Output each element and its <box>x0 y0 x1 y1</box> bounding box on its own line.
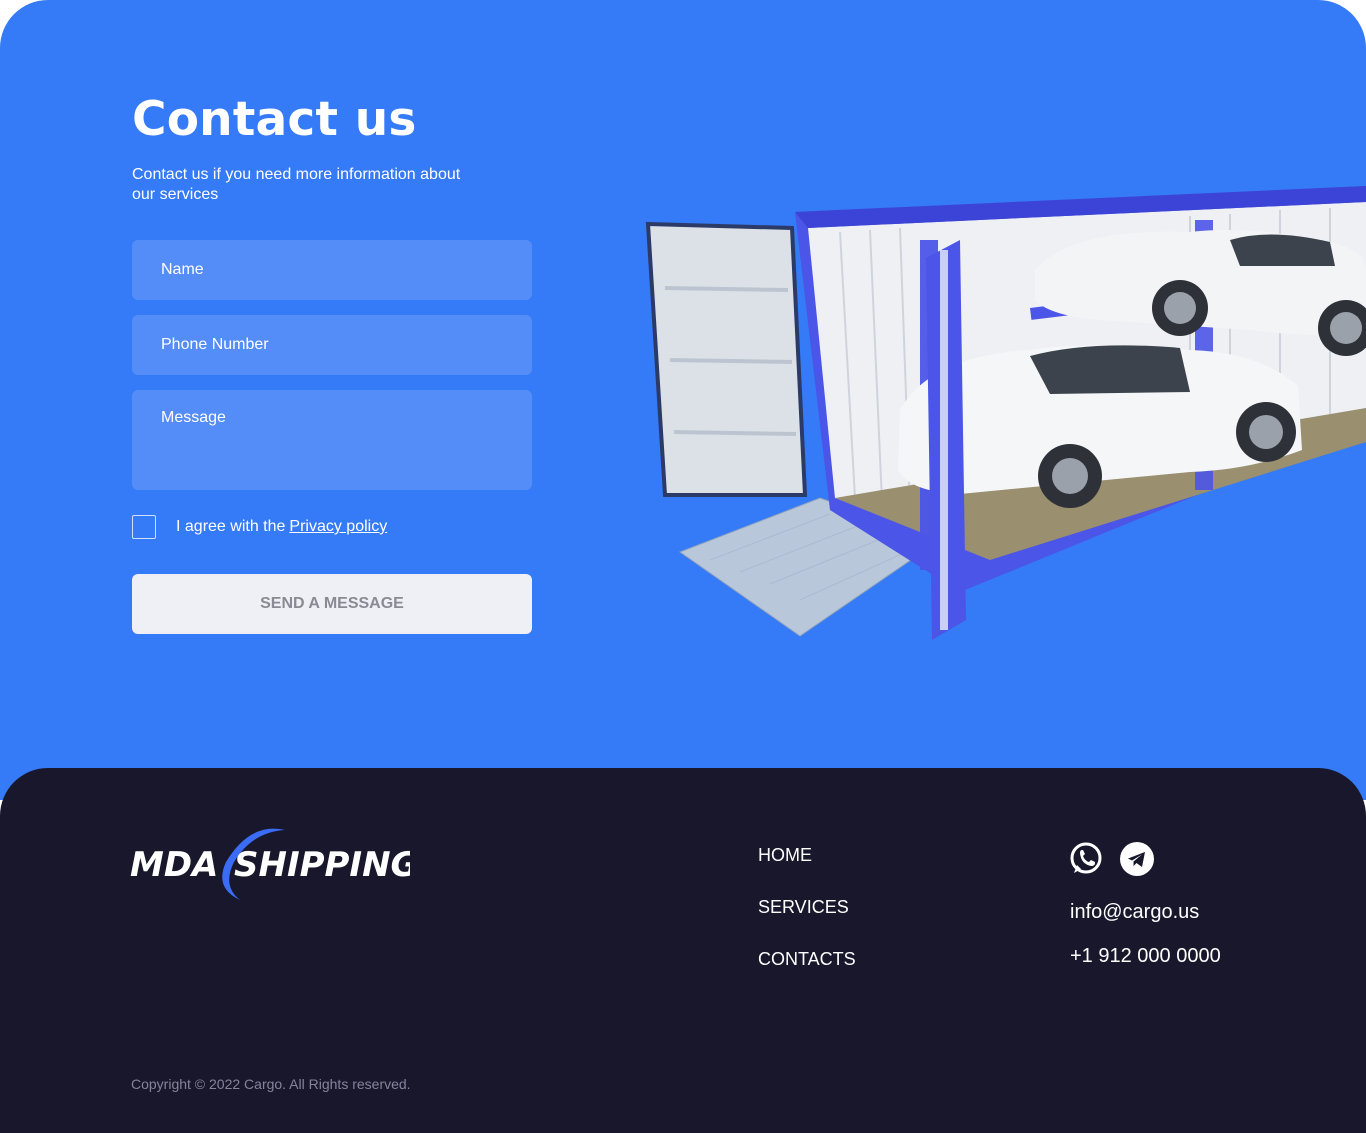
logo-text-right: SHIPPING <box>234 845 410 885</box>
shipping-container-image <box>645 186 1366 640</box>
footer-phone[interactable]: +1 912 000 0000 <box>1070 945 1221 968</box>
telegram-icon[interactable] <box>1120 842 1154 876</box>
whatsapp-icon[interactable] <box>1069 842 1103 876</box>
privacy-policy-link[interactable]: Privacy policy <box>289 518 387 536</box>
footer-nav-services[interactable]: SERVICES <box>758 897 849 918</box>
send-message-button[interactable]: SEND A MESSAGE <box>132 574 532 634</box>
contact-section: Contact us Contact us if you need more i… <box>0 0 1366 800</box>
footer: MDA SHIPPING HOME SERVICES CONTACTS info… <box>0 768 1366 1133</box>
footer-nav-home[interactable]: HOME <box>758 845 812 866</box>
logo-text-left: MDA <box>130 845 218 885</box>
page-title: Contact us <box>132 92 417 147</box>
privacy-checkbox[interactable] <box>132 515 156 539</box>
agree-label: I agree with the <box>176 518 286 535</box>
contact-subtitle: Contact us if you need more information … <box>132 166 461 203</box>
copyright-text: Copyright © 2022 Cargo. All Rights reser… <box>131 1076 411 1092</box>
message-input[interactable] <box>132 390 532 490</box>
privacy-agree-row: I agree with the Privacy policy <box>132 515 387 539</box>
mda-shipping-logo: MDA SHIPPING <box>130 828 410 900</box>
phone-input[interactable] <box>132 315 532 375</box>
footer-email[interactable]: info@cargo.us <box>1070 901 1199 924</box>
name-input[interactable] <box>132 240 532 300</box>
footer-nav-contacts[interactable]: CONTACTS <box>758 949 856 970</box>
